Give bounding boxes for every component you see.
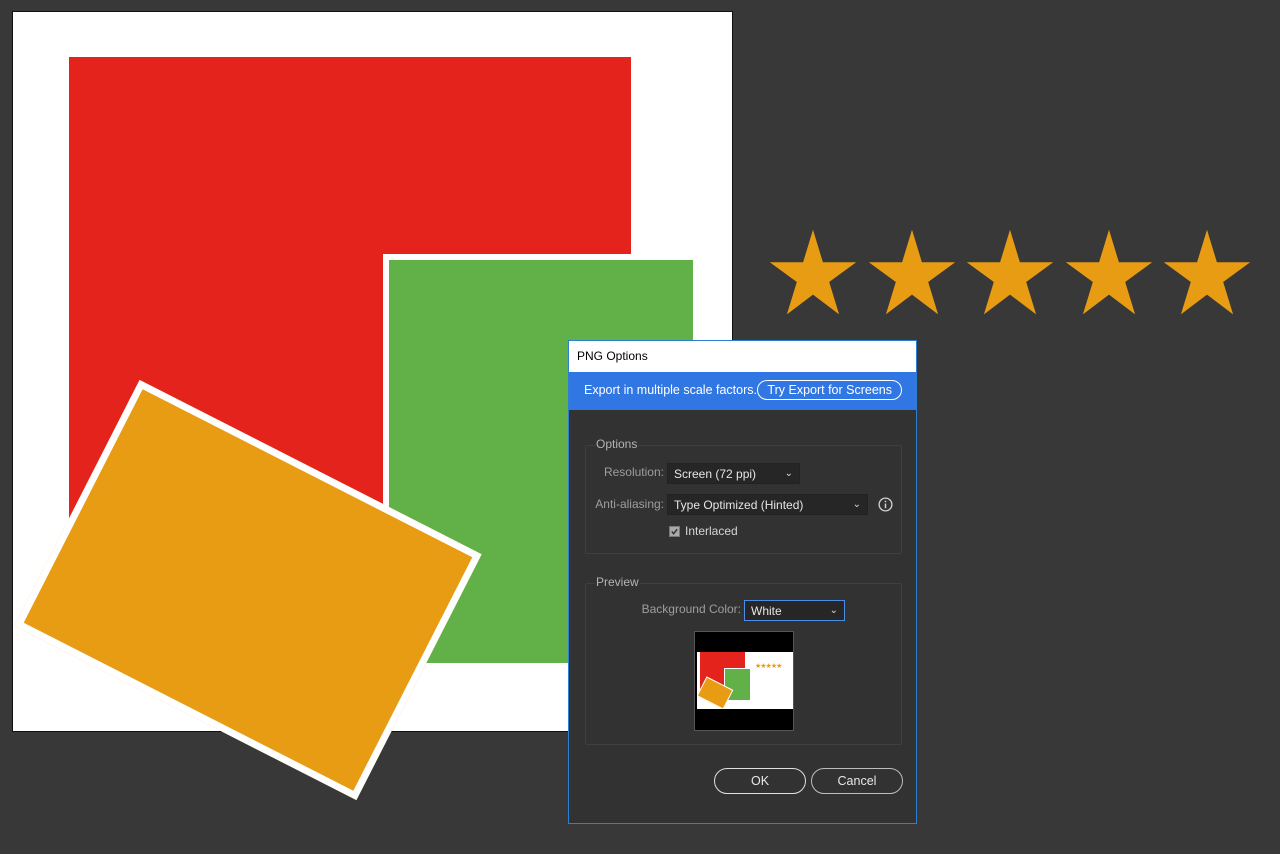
preview-stars: ★★★★★ — [755, 662, 782, 670]
star-rating — [768, 228, 1252, 318]
background-color-value: White — [751, 604, 782, 618]
star-icon — [1065, 229, 1152, 315]
dialog-title: PNG Options — [569, 341, 916, 372]
checkmark-icon — [671, 528, 678, 535]
options-group-title: Options — [595, 437, 639, 451]
resolution-value: Screen (72 ppi) — [674, 467, 757, 481]
antialiasing-label: Anti-aliasing: — [595, 497, 664, 511]
star-icon — [1163, 229, 1251, 315]
chevron-down-icon: ⌄ — [829, 605, 838, 616]
preview-artboard: ★★★★★ — [697, 652, 793, 709]
resolution-select[interactable]: Screen (72 ppi) ⌄ — [667, 463, 800, 484]
star-icon — [769, 229, 857, 315]
star-icon — [868, 229, 955, 315]
options-group: Options Resolution: Screen (72 ppi) ⌄ An… — [585, 437, 902, 554]
antialiasing-select[interactable]: Type Optimized (Hinted) ⌄ — [667, 494, 868, 515]
export-banner: Export in multiple scale factors. Try Ex… — [569, 372, 916, 410]
antialiasing-value: Type Optimized (Hinted) — [674, 498, 804, 512]
preview-thumbnail: ★★★★★ — [694, 631, 794, 731]
chevron-down-icon: ⌄ — [784, 468, 793, 479]
preview-group: Preview Background Color: White ⌄ ★★★★★ — [585, 575, 902, 745]
background-color-select[interactable]: White ⌄ — [744, 600, 845, 621]
cancel-button[interactable]: Cancel — [811, 768, 903, 794]
resolution-label: Resolution: — [603, 465, 664, 479]
interlaced-label: Interlaced — [685, 524, 738, 538]
preview-group-title: Preview — [595, 575, 640, 589]
ok-button[interactable]: OK — [714, 768, 806, 794]
png-options-dialog: PNG Options Export in multiple scale fac… — [568, 340, 917, 824]
chevron-down-icon: ⌄ — [852, 499, 861, 510]
banner-text: Export in multiple scale factors. — [584, 383, 757, 397]
background-color-label: Background Color: — [641, 602, 741, 616]
info-icon[interactable] — [878, 497, 893, 512]
star-icon — [966, 229, 1054, 315]
interlaced-checkbox[interactable] — [669, 526, 680, 537]
try-export-for-screens-button[interactable]: Try Export for Screens — [757, 380, 902, 400]
